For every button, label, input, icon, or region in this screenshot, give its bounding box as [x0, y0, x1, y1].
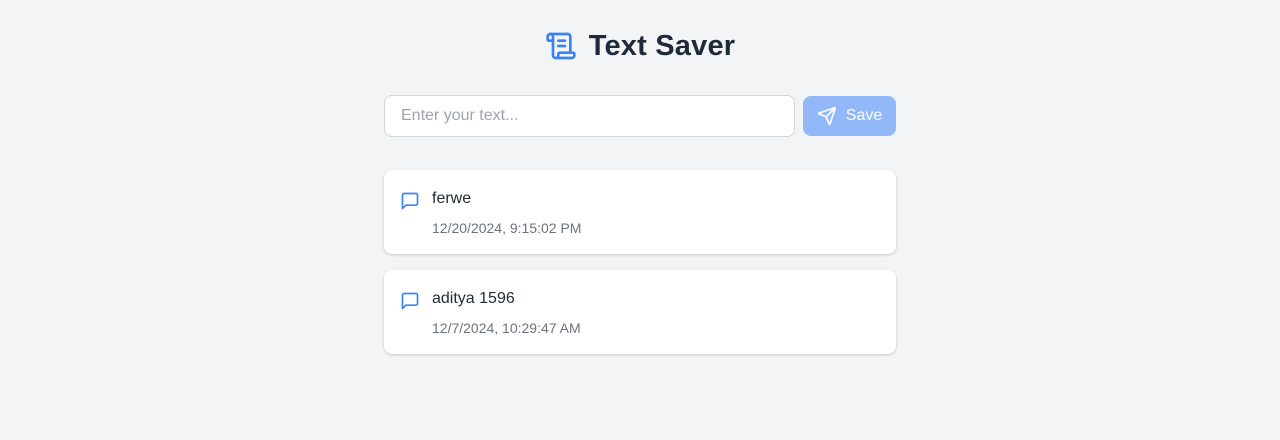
list-item: ferwe 12/20/2024, 9:15:02 PM: [384, 170, 896, 254]
list-item-body: aditya 1596 12/7/2024, 10:29:47 AM: [432, 289, 581, 354]
entry-timestamp: 12/7/2024, 10:29:47 AM: [432, 320, 581, 336]
send-icon: [817, 106, 837, 126]
header: Text Saver: [384, 28, 896, 64]
list-item: aditya 1596 12/7/2024, 10:29:47 AM: [384, 270, 896, 354]
save-button-label: Save: [845, 107, 883, 124]
text-input[interactable]: [384, 95, 795, 137]
text-entry-form: Save: [384, 95, 896, 137]
list-item-body: ferwe 12/20/2024, 9:15:02 PM: [432, 189, 581, 254]
scroll-icon: [545, 30, 577, 62]
message-square-icon: [400, 291, 420, 311]
saved-text-list: ferwe 12/20/2024, 9:15:02 PM aditya 1596…: [384, 170, 896, 354]
page-title: Text Saver: [588, 29, 736, 62]
entry-text: aditya 1596: [432, 290, 515, 307]
entry-timestamp: 12/20/2024, 9:15:02 PM: [432, 220, 582, 236]
save-button[interactable]: Save: [803, 96, 896, 136]
entry-text: ferwe: [432, 190, 472, 207]
message-square-icon: [400, 191, 420, 211]
app-container: Text Saver Save ferwe 12/20/2024, 9:15:0: [384, 0, 896, 354]
